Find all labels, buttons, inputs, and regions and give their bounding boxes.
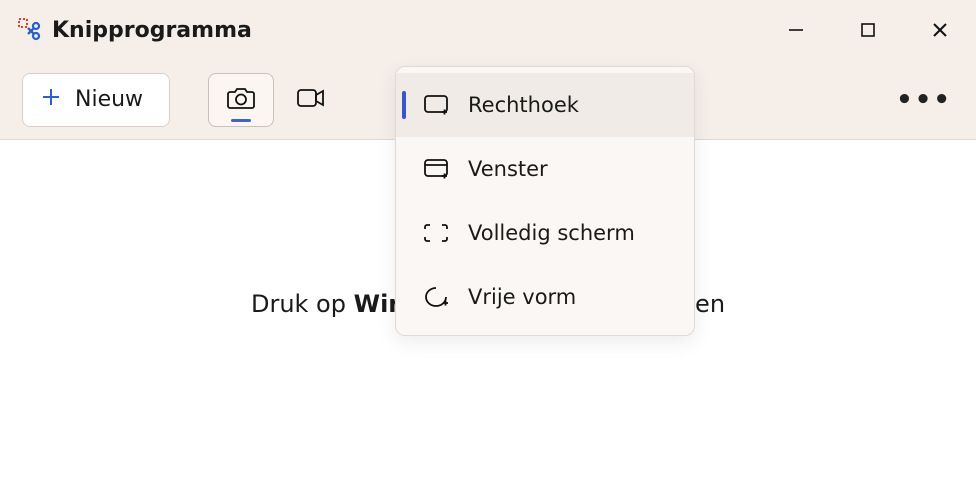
menu-item-label: Vrije vorm bbox=[468, 285, 576, 309]
menu-item-label: Volledig scherm bbox=[468, 221, 635, 245]
ellipsis-icon: ••• bbox=[896, 85, 952, 115]
app-icon bbox=[18, 18, 42, 42]
more-button[interactable]: ••• bbox=[900, 76, 948, 124]
capture-mode-group bbox=[208, 73, 344, 127]
camera-icon bbox=[226, 85, 256, 115]
minimize-button[interactable] bbox=[760, 0, 832, 60]
new-button[interactable]: Nieuw bbox=[22, 73, 170, 127]
maximize-button[interactable] bbox=[832, 0, 904, 60]
new-button-label: Nieuw bbox=[75, 87, 143, 112]
menu-item-window[interactable]: Venster bbox=[396, 137, 694, 201]
video-mode-button[interactable] bbox=[278, 73, 344, 127]
menu-item-label: Venster bbox=[468, 157, 548, 181]
video-icon bbox=[296, 87, 326, 113]
freeform-icon bbox=[422, 283, 450, 311]
menu-item-label: Rechthoek bbox=[468, 93, 579, 117]
photo-mode-button[interactable] bbox=[208, 73, 274, 127]
menu-item-fullscreen[interactable]: Volledig scherm bbox=[396, 201, 694, 265]
app-title: Knipprogramma bbox=[52, 18, 252, 43]
titlebar: Knipprogramma bbox=[0, 0, 976, 60]
menu-item-rectangle[interactable]: Rechthoek bbox=[396, 73, 694, 137]
rectangle-icon bbox=[422, 91, 450, 119]
fullscreen-icon bbox=[422, 219, 450, 247]
menu-item-freeform[interactable]: Vrije vorm bbox=[396, 265, 694, 329]
close-button[interactable] bbox=[904, 0, 976, 60]
plus-icon bbox=[41, 87, 61, 113]
hint-prefix: Druk op bbox=[251, 290, 354, 318]
window-controls bbox=[760, 0, 976, 60]
snip-mode-menu: Rechthoek Venster Volledig scherm bbox=[395, 66, 695, 336]
window-icon bbox=[422, 155, 450, 183]
